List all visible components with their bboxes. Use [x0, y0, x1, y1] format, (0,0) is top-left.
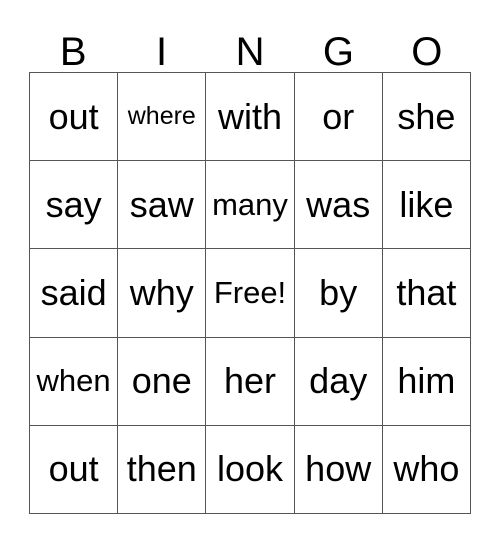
bingo-header-cell-g: G	[294, 18, 382, 72]
bingo-cell-label: said	[40, 272, 107, 314]
bingo-cell[interactable]: by	[294, 249, 383, 338]
bingo-cell-label: why	[129, 272, 194, 314]
bingo-cell-label: many	[212, 186, 288, 222]
bingo-cell[interactable]: him	[382, 337, 471, 426]
bingo-cell-label: with	[217, 95, 282, 137]
bingo-cell-label: her	[223, 360, 276, 402]
bingo-cell-label: one	[131, 360, 192, 402]
bingo-cell-label: by	[319, 272, 358, 314]
bingo-cell[interactable]: many	[206, 161, 295, 250]
bingo-cell[interactable]: look	[206, 425, 295, 514]
bingo-free-label: Free!	[213, 274, 287, 310]
bingo-cell-label: was	[306, 183, 371, 225]
bingo-cell[interactable]: with	[206, 73, 295, 162]
bingo-cell[interactable]: why	[118, 249, 207, 338]
bingo-header-cell-n: N	[206, 18, 294, 72]
bingo-header-letter: O	[411, 30, 443, 74]
bingo-cell[interactable]: like	[382, 161, 471, 250]
bingo-cell-label: say	[45, 183, 102, 225]
bingo-cell-label: where	[127, 102, 196, 131]
bingo-card: B I N G O out where with or she say saw …	[0, 0, 500, 544]
bingo-grid: out where with or she say saw many was l…	[29, 72, 471, 514]
bingo-cell[interactable]: saw	[118, 161, 207, 250]
bingo-cell-label: saw	[129, 183, 194, 225]
bingo-cell-label: like	[399, 183, 454, 225]
bingo-cell[interactable]: day	[294, 337, 383, 426]
bingo-cell[interactable]: one	[118, 337, 207, 426]
bingo-header-row: B I N G O	[29, 18, 471, 72]
bingo-header-letter: I	[156, 30, 168, 74]
bingo-header-letter: G	[322, 30, 354, 74]
bingo-cell[interactable]: said	[30, 249, 119, 338]
bingo-header-letter: N	[235, 30, 265, 74]
bingo-cell[interactable]: when	[30, 337, 119, 426]
bingo-cell-label: who	[393, 448, 460, 490]
bingo-cell-label: how	[305, 448, 372, 490]
bingo-header-cell-o: O	[383, 18, 471, 72]
bingo-cell[interactable]: out	[30, 425, 119, 514]
bingo-cell[interactable]: was	[294, 161, 383, 250]
bingo-cell-label: out	[48, 95, 99, 137]
bingo-cell-label: out	[48, 448, 99, 490]
bingo-header-letter: B	[59, 30, 87, 74]
bingo-cell-label: when	[36, 362, 111, 398]
bingo-free-cell[interactable]: Free!	[206, 249, 295, 338]
bingo-cell[interactable]: how	[294, 425, 383, 514]
bingo-cell-label: look	[216, 448, 284, 490]
bingo-header-cell-b: B	[29, 18, 117, 72]
bingo-cell[interactable]: that	[382, 249, 471, 338]
bingo-cell[interactable]: she	[382, 73, 471, 162]
bingo-cell[interactable]: who	[382, 425, 471, 514]
bingo-cell[interactable]: her	[206, 337, 295, 426]
bingo-cell-label: him	[397, 360, 456, 402]
bingo-cell-label: day	[309, 360, 368, 402]
bingo-cell[interactable]: or	[294, 73, 383, 162]
bingo-cell[interactable]: where	[118, 73, 207, 162]
bingo-cell-label: she	[397, 95, 456, 137]
bingo-cell-label: that	[396, 272, 457, 314]
bingo-cell[interactable]: out	[30, 73, 119, 162]
bingo-cell[interactable]: then	[118, 425, 207, 514]
bingo-header-cell-i: I	[117, 18, 205, 72]
bingo-cell-label: or	[322, 95, 355, 137]
bingo-cell-label: then	[126, 448, 197, 490]
bingo-cell[interactable]: say	[30, 161, 119, 250]
